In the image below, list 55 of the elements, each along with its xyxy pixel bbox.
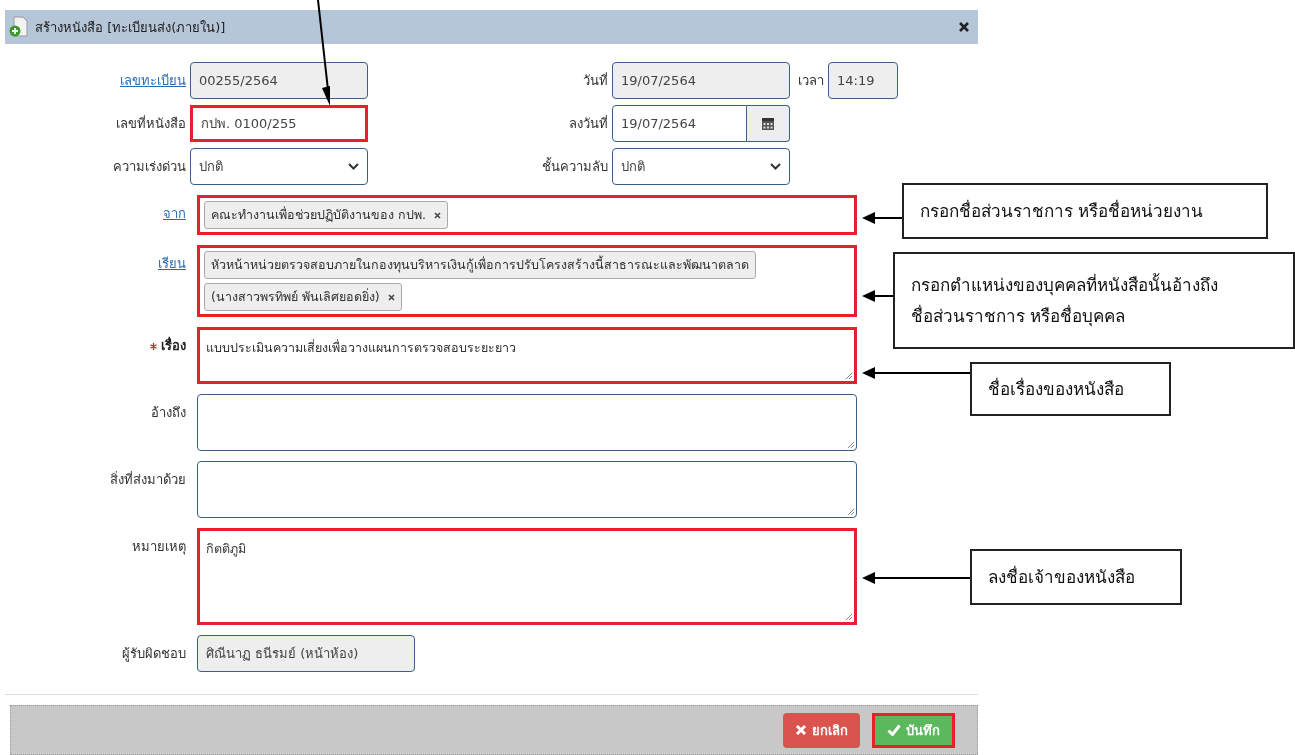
field-label: อ้างถึง [151,405,186,421]
cancel-button[interactable]: ยกเลิก [783,712,860,748]
tag-input-field[interactable]: คณะทำงานเพื่อช่วยปฏิบัติงานของ กปพ. [197,195,857,236]
required-icon [150,343,157,351]
callout-text: กรอกตำแหน่งของบุคคลที่หนังสือนั้นอ้างถึง [911,272,1219,298]
date-field[interactable]: 19/07/2564 [612,105,747,143]
resize-grip-icon[interactable] [845,613,853,622]
pointer-arrow [862,212,902,224]
field-label: หมายเหตุ [132,539,186,555]
text-area[interactable] [197,394,857,452]
check-icon [887,724,901,737]
callout-text: กรอกชื่อส่วนราชการ หรือชื่อหน่วยงาน [920,198,1205,223]
tag-input-field[interactable]: หัวหน้าหน่วยตรวจสอบภายในกองทุนบริหารเงินกู้เพื่อการปรับโครงสร้างนี้สาธารณะและพัฒนาตลาด (นางสาวพรทิพย์ พันเลิศยอดยิ่ง) [197,245,857,318]
input-field[interactable]: 14:19 [828,62,898,100]
field-link[interactable]: จาก [163,206,186,222]
tag-label: คณะทำงานเพื่อช่วยปฏิบัติงานของ กปพ. [211,205,426,225]
field-label: ชั้นความลับ [541,156,608,177]
field-label: เลขที่หนังสือ [115,114,186,134]
caret-icon [348,163,359,171]
field-label: วันที่ [582,71,608,91]
callout-text: ชื่อส่วนราชการ หรือชื่อบุคคล [911,303,1127,329]
text-area[interactable] [197,461,857,519]
field-label: สิ่งที่ส่งมาด้วย [110,472,186,488]
input-field[interactable]: ศิณีนาฏ ธนีรมย์ (หน้าห้อง) [197,635,415,673]
dropdown[interactable]: ปกติ [612,148,790,186]
dropdown[interactable]: ปกติ [190,148,368,186]
field-label: เวลา [797,72,824,91]
caret-icon [770,163,781,171]
field-label: ความเร่งด่วน [112,158,186,177]
remove-icon[interactable] [433,211,441,219]
callout-text: ลงชื่อเจ้าของหนังสือ [988,564,1136,589]
text-area[interactable]: แบบประเมินความเสี่ยงเพื่อวางแผนการตรวจสอบระยะยาว [197,327,857,385]
resize-grip-icon[interactable] [847,441,855,450]
input-field[interactable]: 00255/2564 [190,62,368,100]
callout-text: ชื่อเรื่องของหนังสือ [988,376,1125,401]
text-area[interactable]: กิตติภูมิ [197,528,857,626]
tag-label: หัวหน้าหน่วยตรวจสอบภายในกองทุนบริหารเงินกู้เพื่อการปรับโครงสร้างนี้สาธารณะและพัฒนาตลาด [211,255,749,275]
tag-label: (นางสาวพรทิพย์ พันเลิศยอดยิ่ง) [211,287,380,307]
close-icon [795,724,807,737]
field-label: เรื่อง [150,338,186,354]
resize-grip-icon[interactable] [845,372,853,381]
resize-grip-icon[interactable] [847,508,855,517]
input-field[interactable]: กปพ. 0100/255 [190,105,368,143]
calendar-button[interactable] [747,105,790,143]
field-link[interactable]: เลขทะเบียน [5,70,186,92]
close-icon[interactable] [958,21,970,34]
calendar-icon [761,116,775,131]
field-label: ผู้รับผิดชอบ [122,646,186,662]
field-label: ลงวันที่ [568,114,608,134]
document-add-icon [9,16,29,39]
field-link[interactable]: เรียน [158,256,186,272]
input-field[interactable]: 19/07/2564 [612,62,790,100]
remove-icon[interactable] [387,293,395,301]
pointer-arrow [862,290,893,302]
window-title: สร้างหนังสือ [ทะเบียนส่ง(ภายใน)] [35,18,227,37]
